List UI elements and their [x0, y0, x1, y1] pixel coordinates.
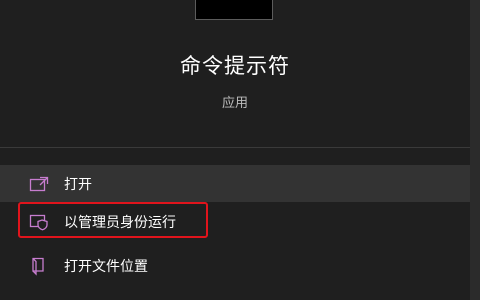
divider	[0, 147, 470, 148]
open-external-icon	[29, 175, 49, 193]
app-icon-tile	[195, 0, 273, 20]
start-menu-detail-panel: 命令提示符 应用 打开 以管理员身份运行 打开文件位置	[0, 0, 480, 300]
app-title: 命令提示符	[180, 54, 290, 78]
menu-item-label: 打开	[64, 176, 92, 193]
annotation-highlight-box	[18, 202, 208, 238]
app-type-label: 应用	[221, 96, 248, 111]
scrollbar-track[interactable]	[470, 0, 480, 300]
menu-item-label: 打开文件位置	[64, 258, 148, 275]
file-location-icon	[29, 257, 49, 276]
menu-item-open[interactable]: 打开	[0, 165, 470, 202]
menu-item-open-file-location[interactable]: 打开文件位置	[0, 247, 470, 284]
